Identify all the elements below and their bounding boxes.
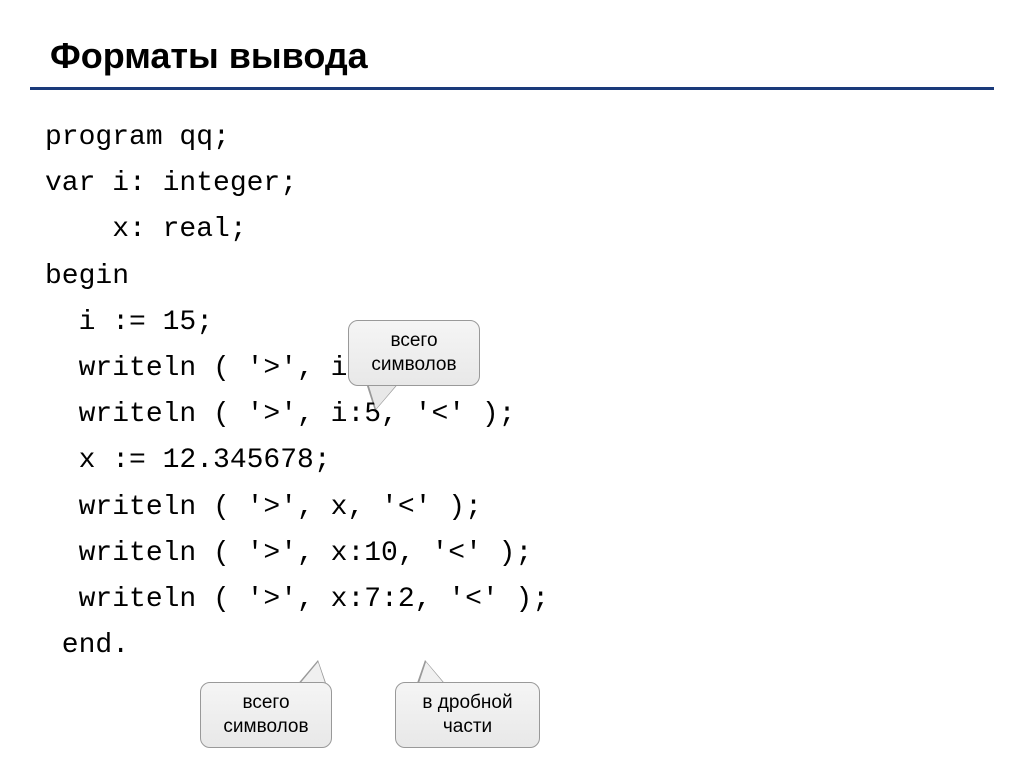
code-block: program qq; var i: integer; x: real; beg… <box>0 90 1024 669</box>
code-line: x: real; <box>45 207 1024 253</box>
code-line: begin <box>45 254 1024 300</box>
code-line: program qq; <box>45 115 1024 161</box>
code-line: end. <box>45 623 1024 669</box>
code-line: writeln ( '>', x:10, '<' ); <box>45 531 1024 577</box>
slide-title: Форматы вывода <box>0 0 1024 87</box>
code-line: writeln ( '>', x:7:2, '<' ); <box>45 577 1024 623</box>
code-line: i := 15; <box>45 300 1024 346</box>
callout-tail <box>368 383 398 409</box>
callout-total-chars: всего символов <box>200 682 332 748</box>
callout-total-chars: всего символов <box>348 320 480 386</box>
code-line: writeln ( '>', x, '<' ); <box>45 485 1024 531</box>
code-line: var i: integer; <box>45 161 1024 207</box>
code-line: writeln ( '>', i:5, '<' ); <box>45 392 1024 438</box>
code-line: x := 12.345678; <box>45 438 1024 484</box>
callout-fractional-part: в дробной части <box>395 682 540 748</box>
code-line: writeln ( '>', i, '<' ); <box>45 346 1024 392</box>
